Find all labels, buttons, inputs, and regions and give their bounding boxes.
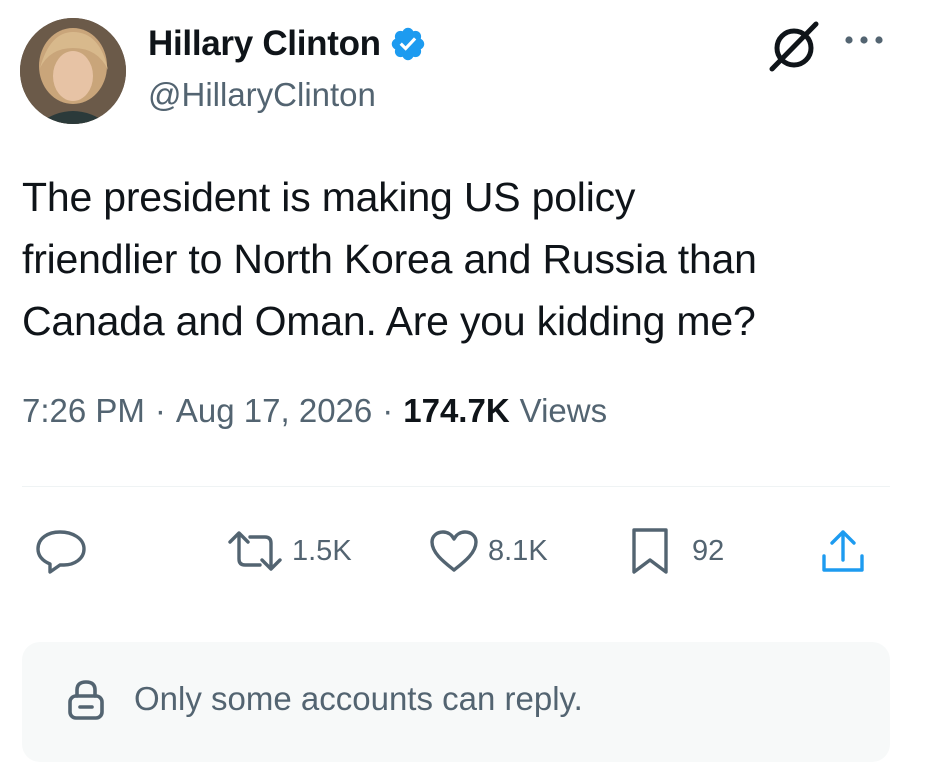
heart-icon xyxy=(430,530,478,572)
retweet-icon xyxy=(228,531,282,571)
views-count: 174.7K xyxy=(403,392,510,429)
tweet-time[interactable]: 7:26 PM xyxy=(22,392,145,430)
author-display-name[interactable]: Hillary Clinton xyxy=(148,24,381,64)
like-count: 8.1K xyxy=(488,534,548,567)
tweet-text: The president is making US policy friend… xyxy=(22,174,757,344)
reply-button[interactable] xyxy=(34,524,88,578)
like-button[interactable]: 8.1K xyxy=(428,524,548,578)
meta-separator: · xyxy=(382,392,394,429)
bookmark-button[interactable]: 92 xyxy=(628,524,724,578)
views-label: Views xyxy=(519,392,608,429)
share-icon xyxy=(822,530,864,572)
bookmark-icon xyxy=(632,528,668,574)
share-button[interactable] xyxy=(818,524,868,578)
bookmark-count: 92 xyxy=(692,534,725,567)
divider xyxy=(22,486,890,487)
retweet-count: 1.5K xyxy=(292,534,352,567)
lock-icon xyxy=(68,680,104,720)
reply-restriction-banner: Only some accounts can reply. xyxy=(22,642,890,762)
tweet-meta: 7:26 PM · Aug 17, 2026 · 174.7K Views xyxy=(22,392,607,430)
meta-separator: · xyxy=(154,392,166,429)
tweet-card: Hillary Clinton @HillaryClinton The pres… xyxy=(0,0,925,762)
more-icon[interactable] xyxy=(842,30,886,50)
retweet-button[interactable]: 1.5K xyxy=(226,524,352,578)
tweet-date[interactable]: Aug 17, 2026 xyxy=(176,392,372,430)
avatar[interactable] xyxy=(20,18,126,124)
grok-icon[interactable] xyxy=(766,20,822,72)
reply-restriction-text: Only some accounts can reply. xyxy=(134,680,583,717)
verified-badge-icon[interactable] xyxy=(389,25,427,63)
avatar-image xyxy=(20,18,126,124)
author-name-row: Hillary Clinton xyxy=(148,22,427,66)
author-handle[interactable]: @HillaryClinton xyxy=(148,76,376,114)
reply-icon xyxy=(36,530,86,574)
